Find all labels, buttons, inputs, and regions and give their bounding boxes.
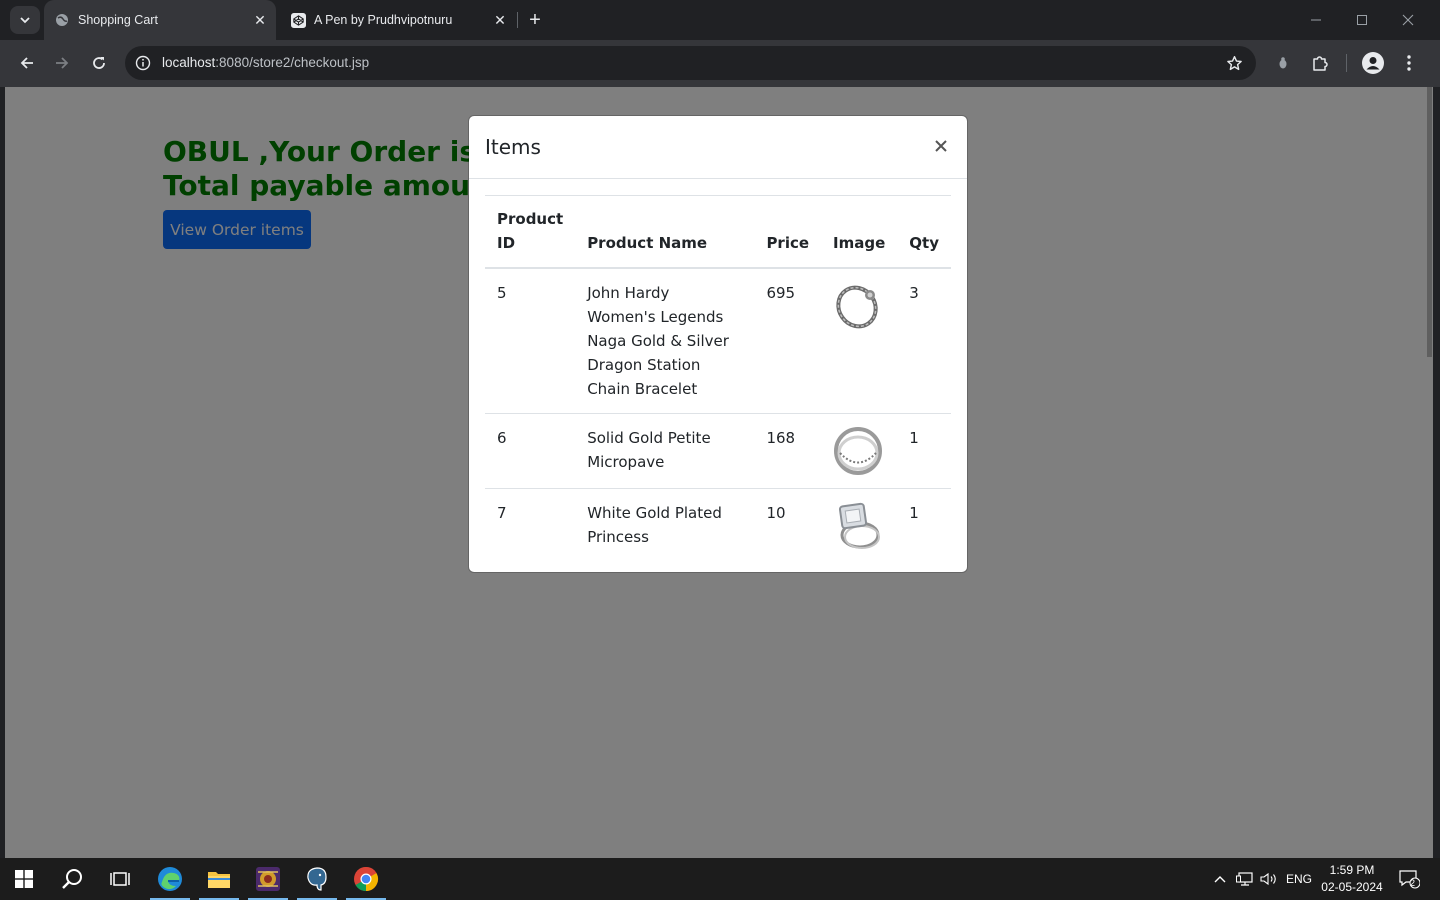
column-header-price: Price xyxy=(754,195,822,269)
notification-count: 2 xyxy=(1410,878,1416,888)
edge-icon[interactable] xyxy=(146,858,194,900)
tab-codepen[interactable]: A Pen by Prudhvipotnuru ✕ xyxy=(280,0,516,40)
language-indicator[interactable]: ENG xyxy=(1284,858,1314,900)
taskbar-clock[interactable]: 1:59 PM 02-05-2024 xyxy=(1318,862,1386,896)
file-explorer-icon[interactable] xyxy=(195,858,243,900)
cell-product-name: John Hardy Women's Legends Naga Gold & S… xyxy=(575,268,755,414)
window-close-icon[interactable] xyxy=(1385,0,1431,40)
more-menu-icon[interactable] xyxy=(1396,50,1422,76)
windows-start-icon[interactable] xyxy=(0,858,48,900)
codepen-icon xyxy=(290,12,306,28)
column-header-qty: Qty xyxy=(897,195,951,269)
cell-price: 168 xyxy=(754,413,822,489)
tab-title: A Pen by Prudhvipotnuru xyxy=(314,13,453,27)
cell-product-id: 6 xyxy=(485,413,576,489)
cell-price: 695 xyxy=(754,268,822,414)
cell-product-id: 5 xyxy=(485,268,576,414)
task-view-icon[interactable] xyxy=(96,858,144,900)
close-icon[interactable] xyxy=(929,134,953,158)
tab-close-icon[interactable]: ✕ xyxy=(250,10,270,30)
cell-qty: 1 xyxy=(909,504,919,522)
order-items-table: Product ID Product Name Price Image Qty … xyxy=(485,195,951,563)
network-icon[interactable] xyxy=(1234,858,1256,900)
tab-close-icon[interactable]: ✕ xyxy=(490,10,510,30)
ring-image xyxy=(834,427,883,475)
reload-icon xyxy=(93,57,105,69)
column-header-product-name: Product Name xyxy=(575,195,755,269)
cell-product-name: Solid Gold Petite Micropave xyxy=(575,413,755,489)
notification-center-icon[interactable]: 2 xyxy=(1394,858,1424,900)
url-text: localhost:8080/store2/checkout.jsp xyxy=(162,55,370,70)
table-row: 5 John Hardy Women's Legends Naga Gold &… xyxy=(485,268,951,414)
game-app-icon[interactable] xyxy=(244,858,292,900)
items-modal: Items Product ID Product Name Price Imag… xyxy=(469,116,967,572)
modal-header: Items xyxy=(469,116,967,179)
forward-button[interactable] xyxy=(47,48,77,78)
minimize-icon[interactable] xyxy=(1293,0,1339,40)
cell-image xyxy=(821,489,897,564)
chrome-icon[interactable] xyxy=(342,858,390,900)
cell-product-name: White Gold Plated Princess xyxy=(587,504,722,546)
profile-avatar-icon[interactable] xyxy=(1360,50,1386,76)
back-button[interactable] xyxy=(12,48,42,78)
arrow-right-icon xyxy=(56,57,69,69)
cell-price: 10 xyxy=(766,504,786,522)
chevron-down-icon xyxy=(20,17,30,24)
new-tab-button[interactable]: + xyxy=(523,8,547,32)
arrow-left-icon xyxy=(20,57,33,69)
maximize-icon[interactable] xyxy=(1339,0,1385,40)
tab-shopping-cart[interactable]: Shopping Cart ✕ xyxy=(44,0,276,40)
clock-time: 1:59 PM xyxy=(1329,863,1375,877)
extension-icon[interactable] xyxy=(1270,50,1296,76)
reload-button[interactable] xyxy=(84,48,114,78)
clock-date: 02-05-2024 xyxy=(1321,880,1383,894)
tab-divider xyxy=(517,12,518,28)
column-header-image: Image xyxy=(821,195,898,269)
address-bar[interactable]: localhost:8080/store2/checkout.jsp xyxy=(125,46,1256,80)
tab-search-button[interactable] xyxy=(10,6,40,34)
table-row: 6 Solid Gold Petite Micropave 168 1 xyxy=(485,413,951,489)
browser-toolbar: localhost:8080/store2/checkout.jsp xyxy=(0,40,1440,87)
toolbar-divider xyxy=(1346,54,1347,72)
table-row: 7 White Gold Plated Princess 10 1 xyxy=(485,489,951,564)
tab-strip: Shopping Cart ✕ A Pen by Prudhvipotnuru … xyxy=(0,0,1440,40)
globe-icon xyxy=(54,12,70,28)
cell-qty: 1 xyxy=(897,413,951,489)
cell-product-id: 7 xyxy=(497,504,507,522)
cell-image xyxy=(821,413,898,489)
bookmark-star-icon[interactable] xyxy=(1224,53,1244,73)
modal-title: Items xyxy=(485,135,541,159)
chevron-up-icon[interactable] xyxy=(1210,858,1230,900)
windows-taskbar: ENG 1:59 PM 02-05-2024 2 xyxy=(0,858,1440,900)
scrollbar-thumb[interactable] xyxy=(1427,87,1432,357)
tab-title: Shopping Cart xyxy=(78,13,158,27)
cell-qty: 3 xyxy=(897,268,951,414)
page-scrollbar[interactable] xyxy=(1426,87,1433,858)
princess-ring-image xyxy=(839,502,881,549)
volume-icon[interactable] xyxy=(1258,858,1280,900)
site-info-icon[interactable] xyxy=(133,53,153,73)
cell-image xyxy=(821,268,898,414)
column-header-product-id: Product ID xyxy=(485,195,576,269)
table-header-row: Product ID Product Name Price Image Qty xyxy=(485,195,951,269)
search-icon[interactable] xyxy=(48,858,96,900)
extensions-puzzle-icon[interactable] xyxy=(1307,50,1333,76)
bracelet-image xyxy=(836,285,878,329)
postgresql-icon[interactable] xyxy=(293,858,341,900)
